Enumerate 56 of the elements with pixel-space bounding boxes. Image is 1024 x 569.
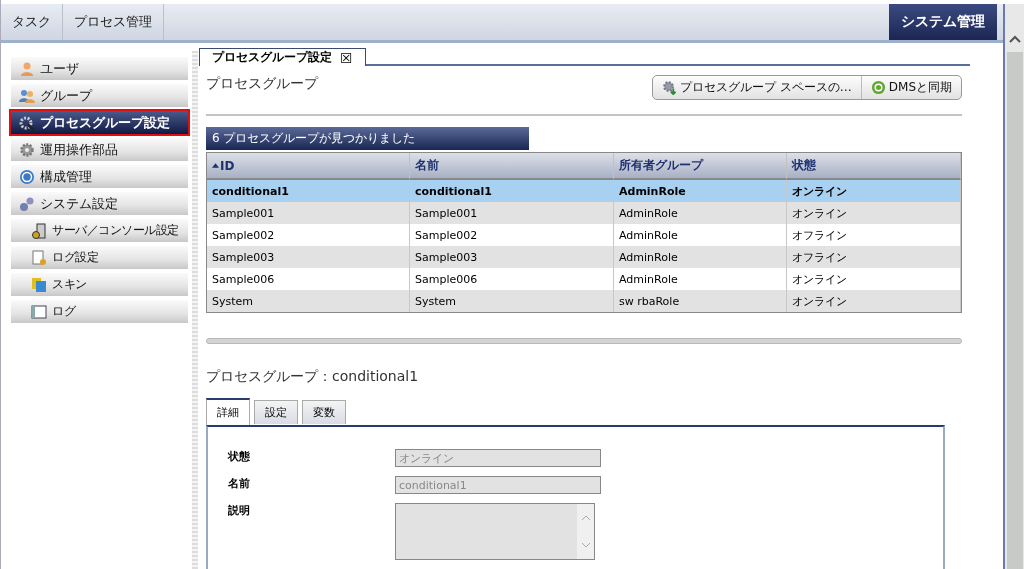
content-tab[interactable]: プロセスグループ設定 ☒ — [199, 48, 366, 66]
scroll-down-icon[interactable] — [580, 542, 591, 549]
people-icon — [19, 87, 35, 104]
table-cell: sw rbaRole — [614, 290, 787, 312]
sidebar-item[interactable]: 運用操作部品 — [11, 138, 188, 161]
sidebar-item[interactable]: プロセスグループ設定 — [11, 111, 188, 134]
section-title: プロセスグループ — [206, 75, 318, 93]
detail-tab[interactable]: 詳細 — [206, 398, 250, 425]
refresh-icon — [870, 80, 886, 95]
detail-title: プロセスグループ：conditional1 — [206, 368, 420, 386]
sidebar-item[interactable]: グループ — [11, 84, 188, 107]
scrollbar[interactable] — [1003, 4, 1024, 569]
sidebar-item[interactable]: ユーザ — [11, 57, 188, 80]
sidebar-item[interactable]: スキン — [11, 273, 188, 296]
gear-icon — [19, 114, 35, 131]
gear-icon — [19, 141, 35, 158]
column-header[interactable]: 所有者グループ — [614, 153, 787, 180]
column-header[interactable]: 名前 — [410, 153, 614, 180]
table-cell: オンライン — [787, 290, 961, 312]
text-area[interactable] — [395, 503, 595, 560]
top-tab[interactable]: タスク — [1, 4, 63, 40]
column-header[interactable]: 状態 — [787, 153, 961, 180]
sidebar-item[interactable]: サーバ／コンソール設定 — [11, 219, 188, 242]
tab-label: プロセスグループ設定 — [212, 49, 332, 66]
field-label: 説明 — [228, 503, 251, 518]
sidebar-item[interactable]: システム設定 — [11, 192, 188, 215]
detail-tab[interactable]: 設定 — [254, 400, 298, 424]
gear-icon — [661, 80, 677, 95]
palette-icon — [31, 276, 47, 293]
sidebar-item[interactable]: 構成管理 — [11, 165, 188, 188]
field-label: 名前 — [228, 476, 251, 491]
table-row[interactable]: System System sw rbaRole オンライン — [207, 290, 961, 312]
book-icon — [31, 303, 47, 320]
table-cell: System — [207, 290, 410, 312]
toolbar-button[interactable]: DMSと同期 — [860, 76, 961, 99]
splitter-handle[interactable] — [206, 338, 962, 344]
sidebar-item[interactable]: ログ設定 — [11, 246, 188, 269]
table-row[interactable]: Sample001 Sample001 AdminRole オンライン — [207, 202, 961, 224]
person-icon — [19, 60, 35, 77]
system-admin-tab[interactable]: システム管理 — [889, 4, 997, 40]
detail-tab[interactable]: 変数 — [302, 400, 346, 424]
column-header[interactable]: ID — [207, 153, 410, 180]
splitter-handle[interactable] — [192, 51, 198, 569]
field-label: 状態 — [228, 449, 251, 464]
top-tab[interactable]: プロセス管理 — [63, 4, 164, 40]
table-cell: System — [410, 290, 614, 312]
toolbar-button[interactable]: プロセスグループ スペースの… — [652, 76, 861, 99]
globe-icon — [19, 168, 35, 185]
table-row[interactable]: conditional1 conditional1 AdminRole オンライン — [207, 180, 961, 202]
table-caption: 6 プロセスグループが見つかりました — [206, 127, 529, 150]
close-icon[interactable]: ☒ — [340, 49, 353, 66]
scrollbar[interactable] — [577, 504, 594, 559]
table-row[interactable]: Sample003 Sample003 AdminRole オフライン — [207, 246, 961, 268]
document-icon — [31, 249, 47, 266]
scroll-up-icon[interactable] — [1008, 34, 1021, 44]
sidebar-item[interactable]: ログ — [11, 300, 188, 323]
